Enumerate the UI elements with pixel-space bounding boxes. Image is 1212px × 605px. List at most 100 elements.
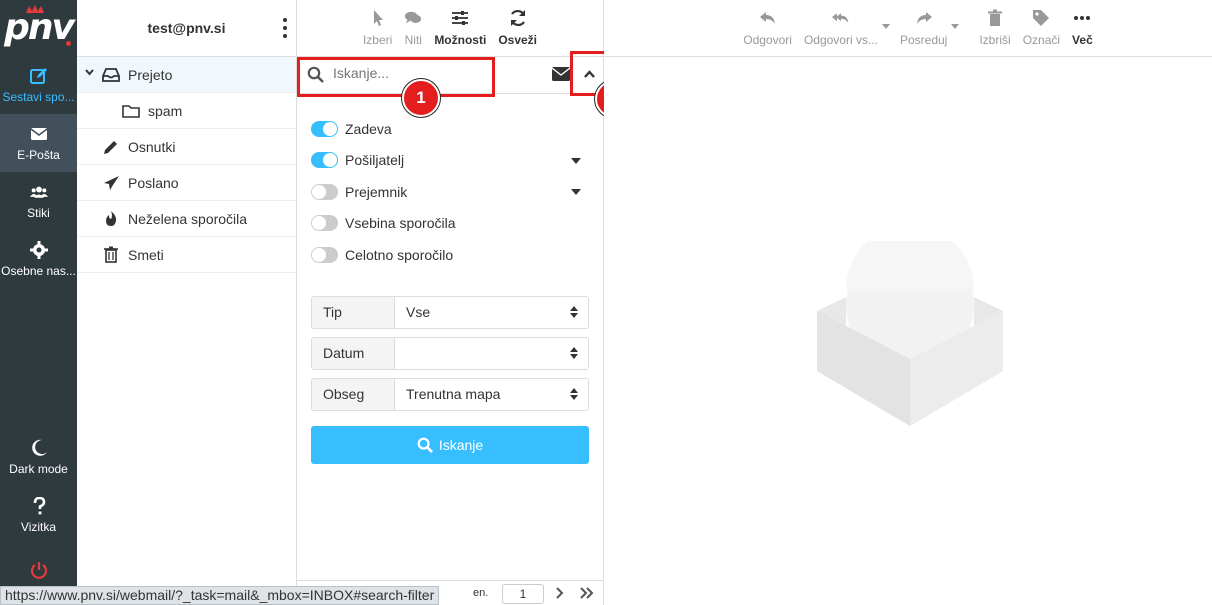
refresh-button[interactable]: Osveži	[492, 0, 543, 56]
search-icon	[417, 437, 433, 453]
pointer-icon	[373, 10, 383, 26]
filter-value[interactable]	[395, 338, 588, 369]
sliders-icon	[452, 11, 469, 25]
delete-label: Izbriši	[979, 33, 1011, 47]
toggle-switch[interactable]	[311, 183, 338, 200]
filter-label: Tip	[312, 296, 395, 328]
toggle-switch[interactable]	[311, 120, 338, 137]
chevron-down-icon[interactable]	[85, 69, 94, 76]
filter-value-text: Trenutna mapa	[406, 386, 501, 402]
nav-settings[interactable]: Osebne nas...	[0, 230, 77, 288]
reply-all-label: Odgovori vs...	[803, 33, 878, 47]
logo[interactable]: pnv	[0, 0, 77, 56]
options-label: Možnosti	[434, 33, 487, 47]
account-email: test@pnv.si	[147, 20, 226, 36]
search-input[interactable]	[333, 65, 473, 81]
folder-icon	[121, 102, 141, 120]
page-number-input[interactable]: 1	[502, 584, 544, 604]
search-option-from[interactable]: Pošiljatelj	[311, 145, 589, 177]
toggle-switch[interactable]	[311, 215, 338, 232]
search-option-subject[interactable]: Zadeva	[311, 113, 589, 145]
filter-scope-select[interactable]: Obseg Trenutna mapa	[311, 377, 589, 411]
caret-down-icon[interactable]	[951, 24, 960, 29]
search-option-body[interactable]: Vsebina sporočila	[311, 208, 589, 240]
filter-value-text: Vse	[406, 304, 431, 320]
toggle-switch[interactable]	[311, 152, 338, 169]
envelope-icon[interactable]	[552, 67, 570, 81]
option-label: Prejemnik	[345, 183, 408, 200]
refresh-icon	[510, 9, 525, 27]
logout-button[interactable]	[0, 558, 77, 582]
reply-all-button[interactable]: Odgovori vs...	[798, 0, 890, 56]
comments-icon	[405, 11, 422, 24]
tag-icon	[1033, 10, 1050, 26]
select-arrows-icon	[570, 346, 578, 359]
search-option-entire[interactable]: Celotno sporočilo	[311, 239, 589, 271]
moon-icon	[31, 439, 47, 456]
folder-label: Neželena sporočila	[128, 210, 248, 227]
folder-sent[interactable]: Poslano	[77, 165, 296, 201]
logo-flame-icon	[26, 5, 44, 13]
folder-inbox[interactable]: Prejeto	[77, 57, 296, 93]
filter-type-select[interactable]: Tip Vse	[311, 295, 589, 329]
status-bar-url: https://www.pnv.si/webmail/?_task=mail&_…	[0, 586, 440, 605]
nav-about[interactable]: Vizitka	[0, 486, 77, 544]
reply-button[interactable]: Odgovori	[737, 0, 798, 56]
filter-label: Datum	[312, 337, 395, 369]
reply-all-icon	[831, 13, 849, 23]
nav-mail[interactable]: E-Pošta	[0, 114, 77, 172]
caret-down-icon[interactable]	[881, 24, 890, 29]
folder-label: Prejeto	[128, 66, 173, 83]
forward-icon	[916, 12, 932, 24]
search-options: Zadeva Pošiljatelj Prejemnik Vsebina spo…	[297, 101, 603, 283]
folder-spam[interactable]: spam	[77, 93, 296, 129]
folder-drafts[interactable]: Osnutki	[77, 129, 296, 165]
folder-junk[interactable]: Neželena sporočila	[77, 201, 296, 237]
folder-label: spam	[148, 102, 183, 119]
nav-contacts[interactable]: Stiki	[0, 172, 77, 230]
double-chevron-right-icon[interactable]	[580, 587, 594, 599]
folder-trash[interactable]: Smeti	[77, 237, 296, 273]
search-icon	[307, 66, 324, 83]
toggle-switch[interactable]	[311, 246, 338, 263]
trash-icon	[988, 9, 1003, 26]
app-nav: pnv Sestavi spo... E-Pošta Stiki Osebne …	[0, 0, 77, 605]
message-list-panel: Izberi Niti Možnosti Osveži 1 2 Zadeva	[297, 0, 633, 605]
select-button[interactable]: Izberi	[357, 0, 398, 56]
nav-settings-label: Osebne nas...	[1, 263, 76, 278]
mark-button[interactable]: Označi	[1017, 0, 1066, 56]
envelope-icon	[30, 127, 47, 140]
caret-down-icon[interactable]	[571, 189, 581, 195]
forward-label: Posreduj	[899, 33, 948, 47]
filter-date-select[interactable]: Datum	[311, 336, 589, 370]
chevron-right-icon[interactable]	[556, 587, 564, 599]
filter-value[interactable]: Vse	[395, 297, 588, 328]
nav-dark-mode[interactable]: Dark mode	[0, 428, 77, 486]
users-icon	[29, 186, 48, 198]
nav-contacts-label: Stiki	[27, 205, 50, 220]
folder-label: Smeti	[128, 246, 164, 263]
caret-down-icon[interactable]	[571, 157, 581, 164]
ellipsis-icon	[1074, 16, 1091, 20]
search-option-to[interactable]: Prejemnik	[311, 176, 589, 208]
folder-label: Osnutki	[128, 138, 176, 155]
nav-about-label: Vizitka	[20, 519, 57, 534]
account-menu-button[interactable]	[282, 18, 288, 38]
option-label: Vsebina sporočila	[345, 215, 456, 232]
threads-button[interactable]: Niti	[398, 0, 428, 56]
delete-button[interactable]: Izbriši	[973, 0, 1016, 56]
nav-compose[interactable]: Sestavi spo...	[0, 56, 77, 114]
callout-badge-1: 1	[402, 79, 440, 117]
logo-dot	[66, 41, 71, 46]
more-button[interactable]: Več	[1066, 0, 1099, 56]
select-label: Izberi	[362, 33, 393, 47]
logo-text: pnv	[4, 7, 75, 48]
filter-value[interactable]: Trenutna mapa	[395, 379, 588, 410]
search-bar: 1 2	[297, 51, 633, 118]
pencil-icon	[101, 138, 121, 156]
options-button[interactable]: Možnosti	[428, 0, 492, 56]
inbox-icon	[101, 66, 121, 84]
forward-button[interactable]: Posreduj	[894, 0, 960, 56]
search-submit-button[interactable]: Iskanje	[311, 425, 589, 464]
threads-label: Niti	[404, 33, 422, 47]
